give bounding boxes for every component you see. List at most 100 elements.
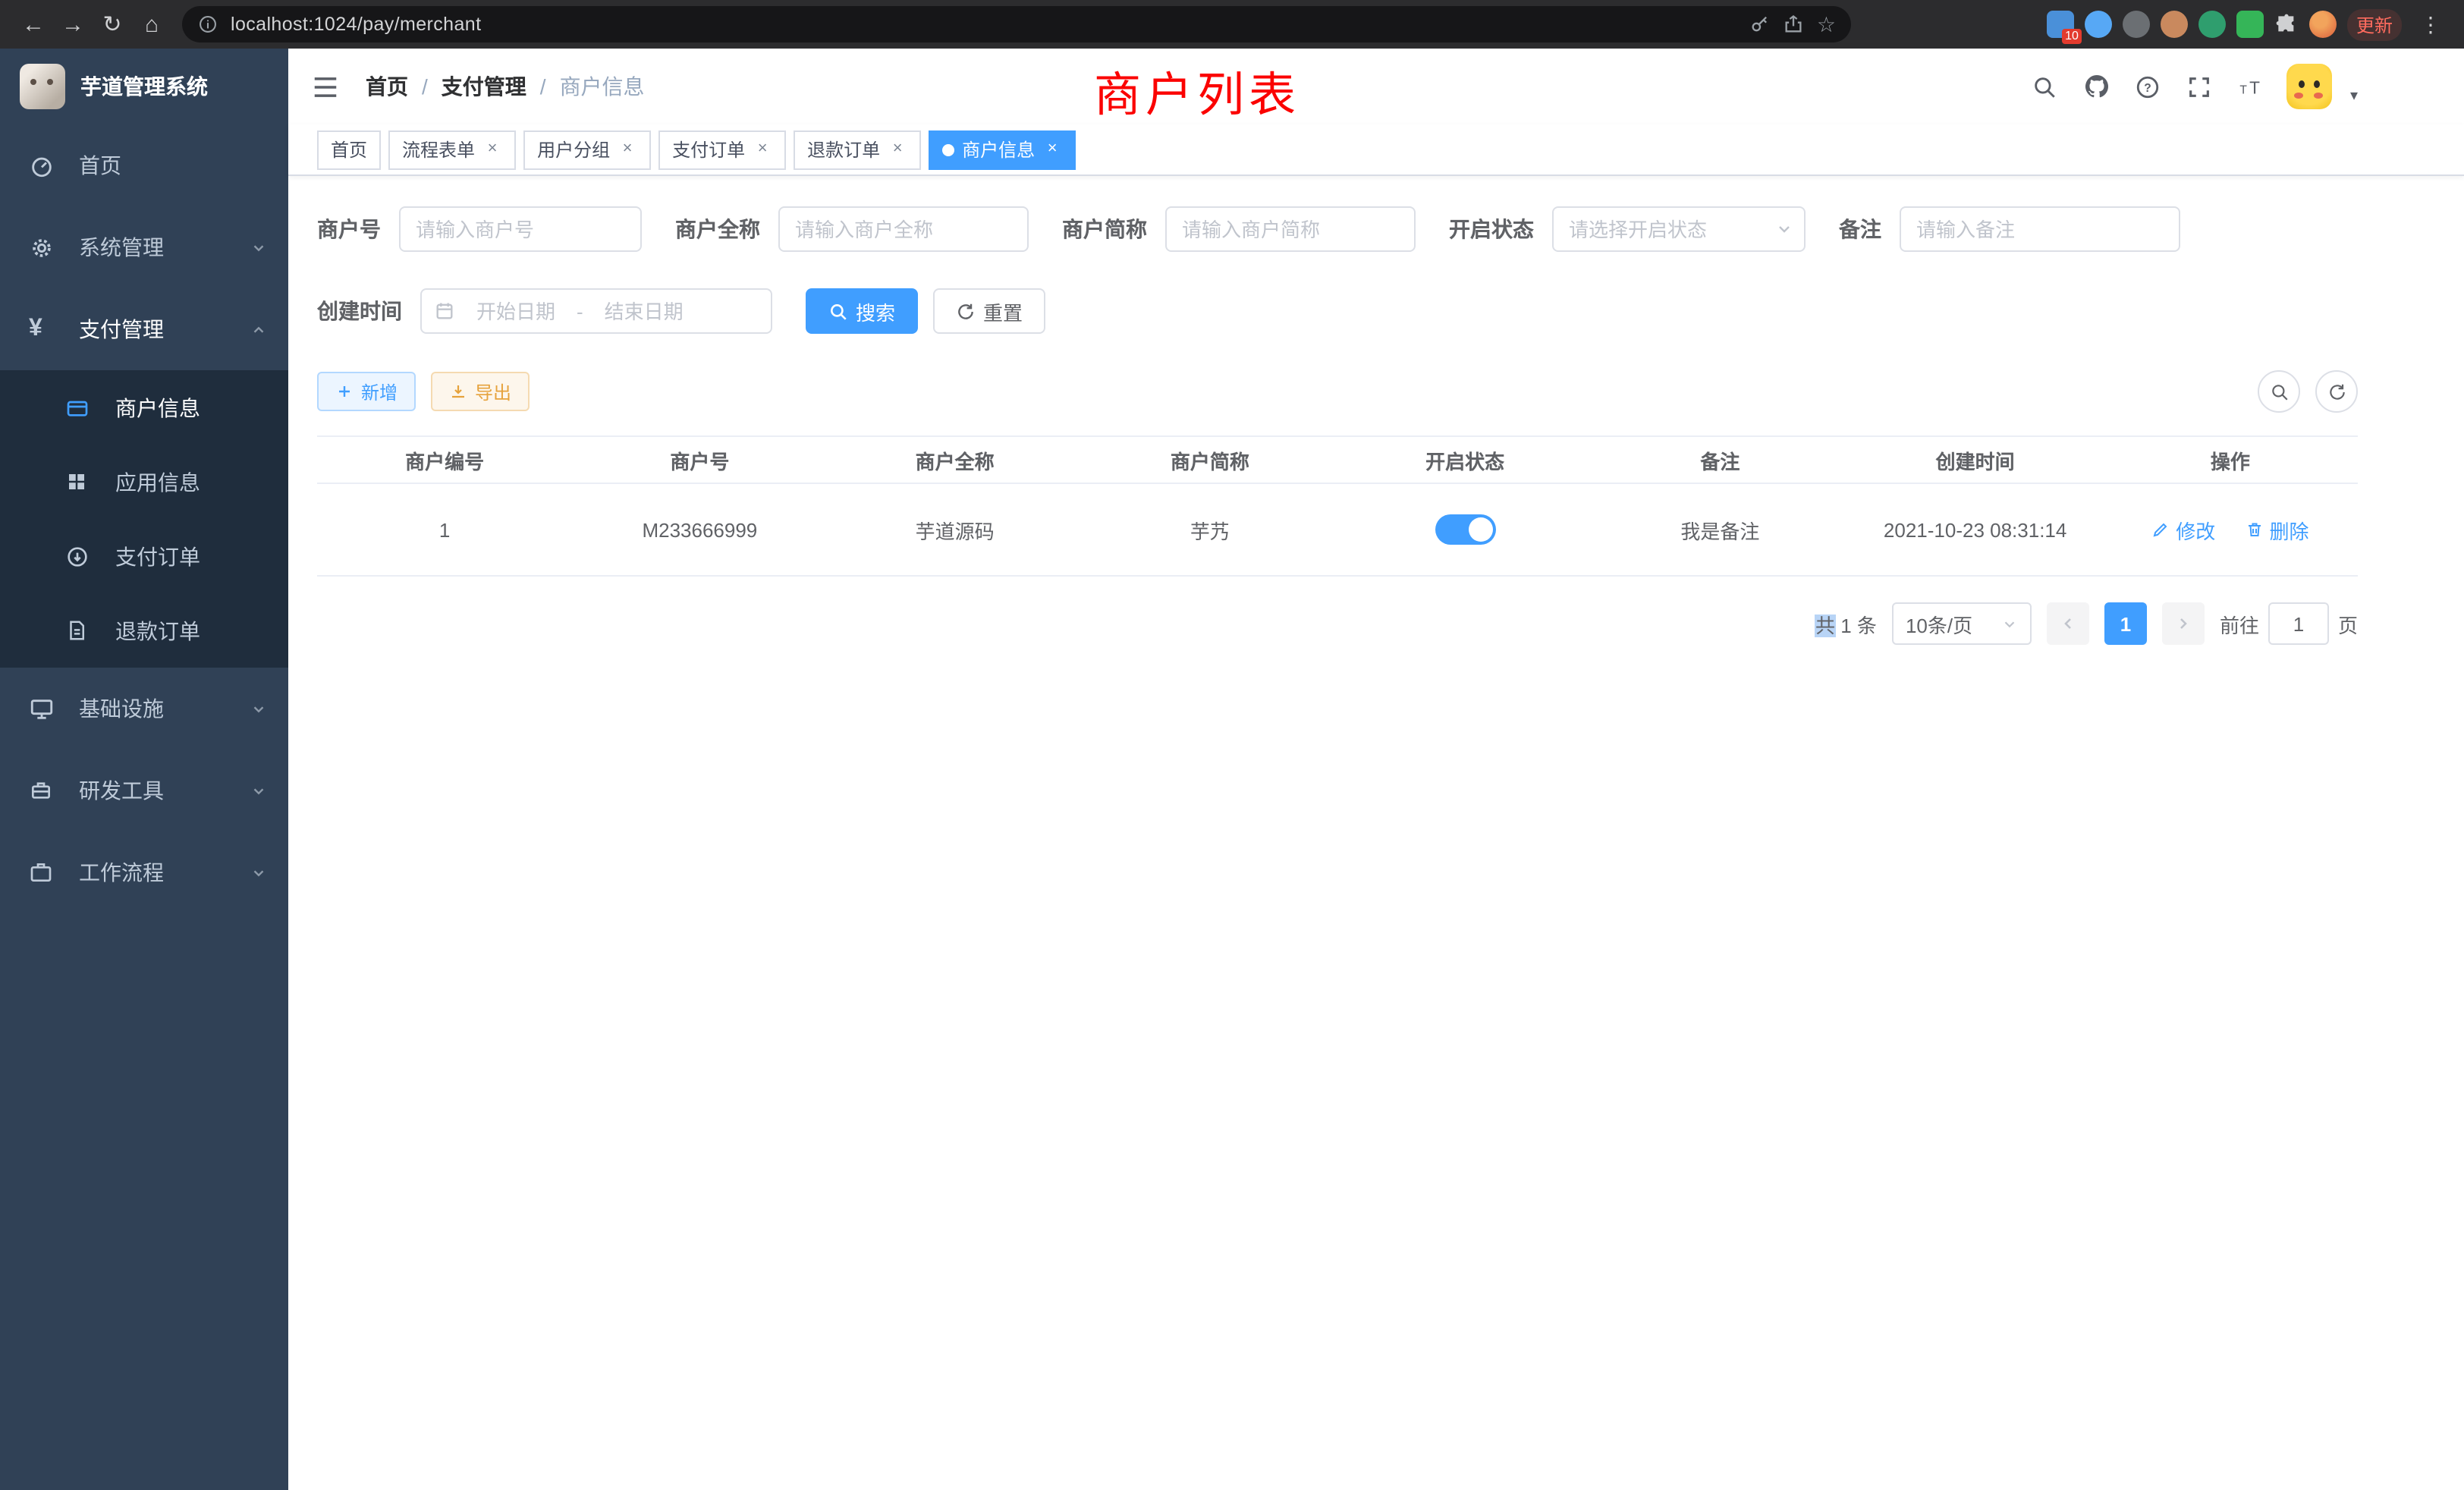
tab-merchant-info[interactable]: 商户信息 ×: [929, 130, 1076, 169]
share-icon[interactable]: [1784, 14, 1805, 35]
refresh-table-icon-button[interactable]: [2315, 370, 2358, 413]
tab-label: 用户分组: [537, 137, 610, 162]
browser-update-button[interactable]: 更新: [2347, 8, 2402, 40]
logo-avatar: [20, 64, 65, 109]
close-icon[interactable]: ×: [888, 140, 907, 159]
app-logo[interactable]: 芋道管理系统: [0, 49, 288, 124]
sidebar-item-dev-tools[interactable]: 研发工具: [0, 750, 288, 831]
end-date-input[interactable]: [589, 300, 699, 322]
page-number-button[interactable]: 1: [2104, 602, 2147, 645]
browser-profile-avatar[interactable]: [2309, 11, 2337, 38]
github-icon[interactable]: [2080, 64, 2114, 109]
sidebar-item-workflow[interactable]: 工作流程: [0, 831, 288, 913]
export-button[interactable]: 导出: [431, 372, 530, 411]
sidebar-toggle-icon[interactable]: [311, 72, 340, 101]
short-name-input[interactable]: [1165, 206, 1416, 252]
close-icon[interactable]: ×: [753, 140, 772, 159]
tab-pay-order[interactable]: 支付订单 ×: [658, 130, 786, 169]
delete-button[interactable]: 删除: [2246, 515, 2309, 544]
url-text[interactable]: localhost:1024/pay/merchant: [231, 14, 1738, 35]
sidebar-item-home[interactable]: 首页: [0, 124, 288, 206]
browser-home-button[interactable]: ⌂: [134, 6, 170, 42]
extension-icon[interactable]: [2236, 11, 2264, 38]
extension-icon[interactable]: [2085, 11, 2112, 38]
next-page-button[interactable]: [2162, 602, 2205, 645]
breadcrumb-payment[interactable]: 支付管理: [442, 71, 526, 102]
reset-button[interactable]: 重置: [933, 288, 1045, 334]
extension-icon[interactable]: [2123, 11, 2150, 38]
cell-full-name: 芋道源码: [828, 483, 1083, 576]
create-time-range-picker[interactable]: -: [420, 288, 772, 334]
extensions-puzzle-icon[interactable]: [2274, 12, 2299, 36]
extension-icon[interactable]: 10: [2047, 11, 2074, 38]
field-label: 创建时间: [317, 296, 402, 326]
breadcrumb: 首页 / 支付管理 / 商户信息: [366, 71, 645, 102]
search-button[interactable]: 搜索: [806, 288, 918, 334]
help-icon[interactable]: ?: [2132, 64, 2165, 109]
sidebar-item-label: 退款订单: [115, 615, 200, 646]
site-info-icon[interactable]: [197, 14, 218, 35]
table-header-row: 商户编号 商户号 商户全称 商户简称 开启状态 备注 创建时间 操作: [317, 436, 2358, 483]
browser-menu-icon[interactable]: ⋮: [2412, 6, 2449, 42]
cell-status: [1337, 483, 1592, 576]
browser-back-button[interactable]: ←: [15, 6, 52, 42]
tab-label: 流程表单: [402, 137, 475, 162]
back-icon: ←: [22, 13, 45, 36]
tab-label: 支付订单: [672, 137, 745, 162]
avatar-caret-icon[interactable]: ▾: [2350, 90, 2358, 105]
page-size-select[interactable]: 10条/页: [1892, 602, 2032, 645]
extension-icon[interactable]: [2161, 11, 2188, 38]
sidebar-item-refund-order[interactable]: 退款订单: [0, 593, 288, 668]
pagination-total: 共 1 条: [1815, 609, 1877, 638]
search-icon[interactable]: [2029, 64, 2062, 109]
status-select[interactable]: [1552, 206, 1806, 252]
cell-remark: 我是备注: [1592, 483, 1847, 576]
sidebar-item-merchant-info[interactable]: 商户信息: [0, 370, 288, 445]
tab-process-form[interactable]: 流程表单 ×: [388, 130, 516, 169]
status-select-input[interactable]: [1552, 206, 1806, 252]
col-header-create-time: 创建时间: [1848, 436, 2103, 483]
sidebar-item-payment[interactable]: ¥ 支付管理: [0, 288, 288, 370]
remark-input[interactable]: [1900, 206, 2180, 252]
goto-page-input[interactable]: [2268, 602, 2329, 645]
table-row[interactable]: 1 M233666999 芋道源码 芋艿 我是备注 2021-10-23 08:…: [317, 483, 2358, 576]
add-button-label: 新增: [361, 379, 398, 404]
bookmark-star-icon[interactable]: ☆: [1817, 11, 1836, 37]
browser-address-bar[interactable]: localhost:1024/pay/merchant ☆: [182, 6, 1851, 42]
font-size-icon[interactable]: TT: [2235, 64, 2268, 109]
tab-label: 首页: [331, 137, 367, 162]
sidebar-item-app-info[interactable]: 应用信息: [0, 445, 288, 519]
tab-user-group[interactable]: 用户分组 ×: [523, 130, 651, 169]
toggle-search-icon-button[interactable]: [2258, 370, 2300, 413]
merchant-no-input[interactable]: [399, 206, 642, 252]
fullscreen-icon[interactable]: [2183, 64, 2217, 109]
start-date-input[interactable]: [461, 300, 570, 322]
chevron-down-icon: [250, 700, 267, 717]
field-label: 备注: [1839, 214, 1881, 244]
browser-chrome: ← → ↻ ⌂ localhost:1024/pay/merchant ☆ 10: [0, 0, 2464, 49]
sidebar-item-pay-order[interactable]: 支付订单: [0, 519, 288, 593]
browser-refresh-button[interactable]: ↻: [94, 6, 130, 42]
close-icon[interactable]: ×: [618, 140, 637, 159]
prev-page-button[interactable]: [2047, 602, 2089, 645]
sidebar-item-system[interactable]: 系统管理: [0, 206, 288, 288]
cell-actions: 修改 删除: [2103, 483, 2358, 576]
close-icon[interactable]: ×: [1042, 140, 1062, 159]
top-navbar: 首页 / 支付管理 / 商户信息 ?: [288, 49, 2464, 124]
tab-home[interactable]: 首页: [317, 130, 381, 169]
tab-refund-order[interactable]: 退款订单 ×: [794, 130, 921, 169]
status-toggle[interactable]: [1435, 514, 1495, 545]
close-icon[interactable]: ×: [482, 140, 502, 159]
dashboard-icon: [29, 152, 65, 178]
edit-button[interactable]: 修改: [2151, 515, 2215, 544]
browser-forward-button[interactable]: →: [55, 6, 91, 42]
add-button[interactable]: 新增: [317, 372, 416, 411]
extension-icon[interactable]: [2198, 11, 2226, 38]
user-avatar[interactable]: [2286, 64, 2332, 109]
date-separator: -: [577, 300, 583, 322]
breadcrumb-home[interactable]: 首页: [366, 71, 408, 102]
full-name-input[interactable]: [778, 206, 1029, 252]
sidebar-item-infrastructure[interactable]: 基础设施: [0, 668, 288, 750]
password-key-icon[interactable]: [1750, 14, 1771, 35]
screen: ← → ↻ ⌂ localhost:1024/pay/merchant ☆ 10: [0, 0, 2464, 1490]
